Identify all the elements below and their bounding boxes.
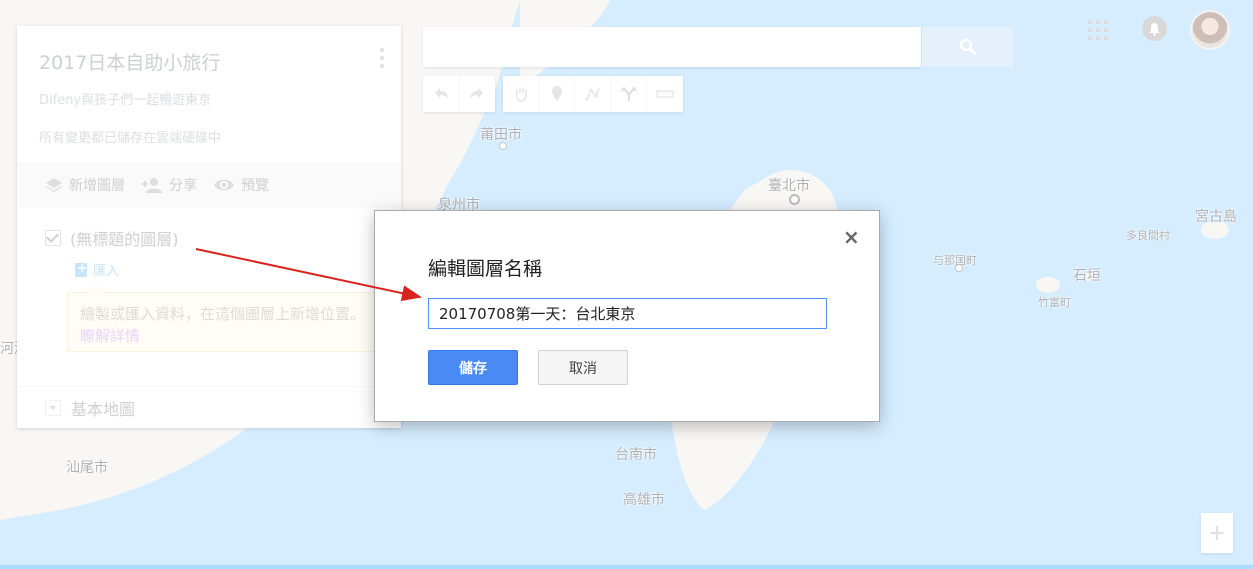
cancel-button[interactable]: 取消	[538, 350, 628, 385]
close-icon[interactable]: ×	[843, 227, 860, 247]
edit-layer-name-dialog: 編輯圖層名稱 × 儲存 取消	[374, 210, 880, 422]
dialog-title: 編輯圖層名稱	[428, 258, 543, 280]
save-button[interactable]: 儲存	[428, 350, 518, 385]
layer-name-input[interactable]	[428, 298, 827, 329]
